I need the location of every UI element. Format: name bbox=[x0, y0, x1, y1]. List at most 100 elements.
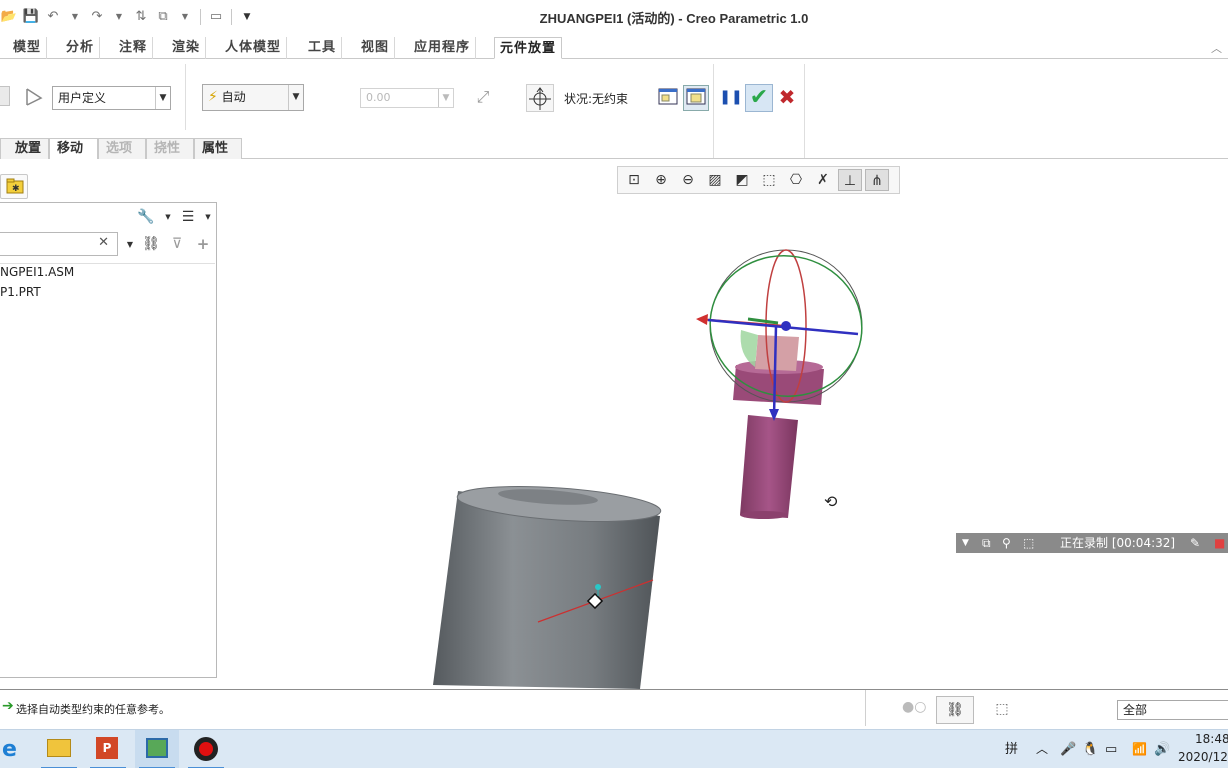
tab-applications[interactable]: 应用程序 bbox=[409, 37, 477, 59]
interface-icon[interactable] bbox=[22, 86, 46, 110]
component-placement-ribbon: 用户定义 ▼ ⚡ 自动 ▼ 0.00 ▼ ⤢ 状况:无约束 ❚❚ ✔ ✖ bbox=[0, 60, 1228, 159]
folder-browser-button[interactable]: ✱ bbox=[0, 174, 28, 199]
divider bbox=[0, 263, 215, 264]
offset-value: 0.00 bbox=[366, 91, 391, 104]
graphics-area[interactable]: ⟲ bbox=[218, 195, 1228, 689]
separator bbox=[865, 690, 866, 726]
placement-status: 状况:无约束 bbox=[564, 92, 629, 106]
find-binoculars-icon[interactable]: ⛓ bbox=[139, 232, 163, 256]
progress-dots-icon: ●○ bbox=[902, 699, 927, 715]
settings-tools-icon[interactable]: 🔧 bbox=[134, 205, 158, 229]
display-style-icon[interactable]: ◩ bbox=[730, 169, 754, 191]
placement-subtabs: 放置 移动 选项 挠性 属性 bbox=[0, 138, 1228, 159]
stop-record-icon[interactable]: ■ bbox=[1214, 533, 1225, 553]
microphone-icon[interactable]: 🎤 bbox=[1060, 730, 1076, 768]
selection-filter-value: 全部 bbox=[1123, 703, 1148, 717]
offset-input[interactable]: 0.00 ▼ bbox=[360, 88, 454, 108]
tab-model[interactable]: 模型 bbox=[8, 37, 48, 59]
base-cylinder-part[interactable] bbox=[433, 481, 662, 689]
csys-display-icon[interactable]: ⊥ bbox=[838, 169, 862, 191]
screen-recording-bar: ▼ ⧉ ⚲ ⬚ 正在录制 [00:04:32] ✎ ■ bbox=[956, 533, 1228, 553]
window-title: ZHUANGPEI1 (活动的) - Creo Parametric 1.0 bbox=[539, 11, 809, 26]
ie-browser-icon[interactable]: e bbox=[0, 730, 34, 768]
network-icon[interactable]: 📶 bbox=[1132, 730, 1147, 768]
clock-time[interactable]: 18:48 bbox=[1195, 732, 1228, 746]
arrow-right-icon: ➔ bbox=[2, 698, 14, 714]
selection-filter-select[interactable]: 全部 bbox=[1117, 700, 1228, 720]
add-icon[interactable]: + bbox=[191, 232, 215, 256]
model-tree-search-input[interactable]: ✕ bbox=[0, 232, 118, 256]
constraint-type-select[interactable]: ⚡ 自动 ▼ bbox=[202, 84, 304, 111]
status-message: 选择自动类型约束的任意参考。 bbox=[16, 703, 170, 716]
tab-annotate[interactable]: 注释 bbox=[114, 37, 154, 59]
powerpoint-icon[interactable]: P bbox=[86, 730, 130, 768]
view-manager-icon[interactable]: ⎔ bbox=[784, 169, 808, 191]
tab-properties[interactable]: 属性 bbox=[194, 138, 242, 159]
constraint-set-select[interactable]: 用户定义 ▼ bbox=[52, 86, 171, 110]
ribbon-tabs: 模型 分析 注释 渲染 人体模型 工具 视图 应用程序 元件放置 bbox=[0, 37, 1228, 59]
region-icon[interactable]: ⬚ bbox=[1023, 533, 1034, 553]
tab-view[interactable]: 视图 bbox=[356, 37, 396, 59]
minimize-ribbon-icon[interactable]: ︿ bbox=[1211, 40, 1222, 56]
datum-display-icon[interactable]: ✗ bbox=[811, 169, 835, 191]
tab-options[interactable]: 选项 bbox=[98, 138, 146, 159]
spin-center-icon[interactable]: ⋔ bbox=[865, 169, 889, 191]
chevron-down-icon[interactable]: ▼ bbox=[196, 205, 220, 229]
moving-component-part[interactable] bbox=[733, 330, 824, 519]
separate-window-icon[interactable] bbox=[656, 86, 680, 110]
creo-app-icon[interactable] bbox=[135, 730, 179, 768]
flip-icon[interactable]: ⤢ bbox=[471, 85, 495, 109]
assembly-window-icon[interactable] bbox=[683, 85, 709, 111]
tab-tools[interactable]: 工具 bbox=[303, 37, 343, 59]
qq-icon[interactable]: 🐧 bbox=[1082, 730, 1098, 768]
tab-render[interactable]: 渲染 bbox=[167, 37, 207, 59]
clock-date[interactable]: 2020/12/ bbox=[1178, 750, 1228, 764]
tree-item-part[interactable]: P1.PRT bbox=[0, 285, 41, 299]
restore-icon[interactable]: ⧉ bbox=[982, 533, 991, 553]
cancel-x-icon[interactable]: ✖ bbox=[775, 85, 799, 109]
constraint-type-value: 自动 bbox=[221, 90, 246, 104]
chevron-down-icon: ▼ bbox=[438, 89, 453, 107]
chevron-down-icon[interactable]: ▼ bbox=[962, 533, 969, 553]
model-tree-panel: 🔧 ▼ ☰ ▼ ✕ ▼ ⛓ ⊽ + NGPEI1.ASM P1.PRT bbox=[0, 202, 217, 678]
battery-icon[interactable]: ▭ bbox=[1105, 730, 1117, 768]
constraint-set-value: 用户定义 bbox=[58, 91, 107, 105]
tree-item-assembly[interactable]: NGPEI1.ASM bbox=[0, 265, 74, 279]
refit-icon[interactable]: ⊡ bbox=[622, 169, 646, 191]
tab-analysis[interactable]: 分析 bbox=[61, 37, 101, 59]
rotate-cursor-icon: ⟲ bbox=[824, 492, 838, 511]
input-method-indicator[interactable]: 拼 bbox=[1005, 730, 1018, 768]
title-bar: 📂 💾 ↶ ▼ ↷ ▼ ⇅ ⧉ ▼ ▭ ▼ ZHUANGPEI1 (活动的) -… bbox=[0, 0, 1228, 34]
zoom-in-icon[interactable]: ⊕ bbox=[649, 169, 673, 191]
display-component-icon[interactable] bbox=[0, 86, 10, 106]
recording-status: 正在录制 [00:04:32] bbox=[1060, 536, 1176, 550]
show-hidden-icons-icon[interactable]: ︿ bbox=[1036, 730, 1048, 768]
repaint-icon[interactable]: ▨ bbox=[703, 169, 727, 191]
saved-orientations-icon[interactable]: ⬚ bbox=[757, 169, 781, 191]
pause-icon[interactable]: ❚❚ bbox=[719, 85, 743, 109]
graphics-toolbar: ⊡ ⊕ ⊖ ▨ ◩ ⬚ ⎔ ✗ ⊥ ⋔ bbox=[617, 166, 900, 194]
volume-icon[interactable]: 🔊 bbox=[1154, 730, 1170, 768]
zoom-out-icon[interactable]: ⊖ bbox=[676, 169, 700, 191]
confirm-check-icon[interactable]: ✔ bbox=[745, 84, 773, 112]
move-component-icon[interactable] bbox=[526, 84, 554, 112]
chevron-down-icon: ▼ bbox=[155, 87, 170, 109]
selection-filter-icon[interactable]: ⬚ bbox=[986, 696, 1018, 724]
filter-icon[interactable]: ⊽ bbox=[165, 232, 189, 256]
screen-recorder-icon[interactable] bbox=[184, 730, 228, 768]
pen-icon[interactable]: ✎ bbox=[1190, 533, 1200, 553]
file-explorer-icon[interactable] bbox=[37, 730, 81, 768]
tab-placement[interactable]: 放置 bbox=[0, 138, 49, 159]
tab-flexibility[interactable]: 挠性 bbox=[146, 138, 194, 159]
model-tree-toolbar: 🔧 ▼ ☰ ▼ bbox=[0, 203, 215, 231]
status-bar: ➔ 选择自动类型约束的任意参考。 ●○ ⛓ ⬚ 全部 bbox=[0, 689, 1228, 729]
tab-manikin[interactable]: 人体模型 bbox=[220, 37, 288, 59]
zoom-icon[interactable]: ⚲ bbox=[1002, 533, 1011, 553]
tab-move[interactable]: 移动 bbox=[49, 138, 98, 159]
find-binoculars-button[interactable]: ⛓ bbox=[936, 696, 974, 724]
lightning-icon: ⚡ bbox=[208, 89, 218, 105]
tab-component-placement[interactable]: 元件放置 bbox=[494, 37, 563, 59]
separator bbox=[185, 64, 186, 130]
clear-search-icon[interactable]: ✕ bbox=[98, 235, 109, 250]
windows-taskbar: e P 拼 ︿ 🎤 🐧 ▭ 📶 🔊 18:48 2020/12/ bbox=[0, 729, 1228, 768]
